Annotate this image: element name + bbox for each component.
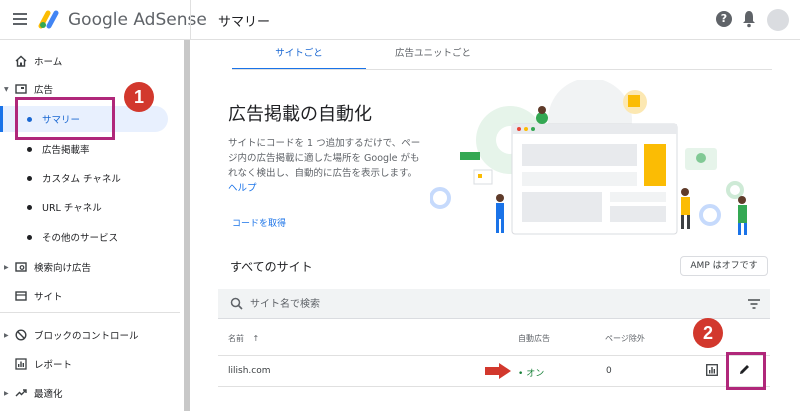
sidebar-item-label: 広告 — [34, 85, 54, 96]
all-sites-title: すべてのサイト — [230, 260, 313, 274]
table-divider — [218, 355, 770, 356]
brand-name[interactable]: Google AdSense — [68, 10, 207, 30]
ads-icon — [15, 84, 27, 94]
sidebar-item-label: その他のサービス — [42, 233, 119, 244]
tabs-divider — [232, 69, 772, 70]
notifications-icon[interactable] — [742, 10, 756, 28]
search-ads-icon — [15, 262, 27, 272]
sidebar-item-other-services[interactable]: その他のサービス — [0, 224, 180, 250]
highlight-summary-box — [15, 97, 115, 140]
help-icon[interactable]: ? — [716, 11, 732, 27]
table-divider — [218, 386, 770, 387]
hero-description-text: サイトにコードを 1 つ追加するだけで、ページ内の広告掲載に適した場所を Goo… — [228, 138, 421, 179]
column-header-name[interactable]: 名前 ↑ — [228, 333, 259, 344]
menu-icon[interactable] — [12, 11, 30, 27]
sidebar-item-custom-channels[interactable]: カスタム チャネル — [0, 165, 180, 191]
column-header-auto-ads: 自動広告 — [518, 334, 550, 343]
tab-by-ad-unit[interactable]: 広告ユニットごと — [366, 40, 500, 70]
tab-by-site[interactable]: サイトごと — [232, 40, 366, 70]
annotation-badge-1: 1 — [124, 82, 154, 112]
site-search-bar — [218, 289, 770, 319]
site-report-icon[interactable] — [706, 364, 718, 376]
sidebar-item-label: 広告掲載率 — [42, 145, 90, 156]
trend-icon — [15, 389, 27, 397]
sidebar-item-label: URL チャネル — [42, 203, 102, 214]
sidebar-item-label: レポート — [34, 360, 73, 371]
sidebar-item-label: ホーム — [34, 57, 63, 68]
get-code-link[interactable]: コードを取得 — [232, 216, 286, 229]
sidebar-item-label: カスタム チャネル — [42, 174, 121, 185]
sidebar-item-optimization[interactable]: ▶ 最適化 — [0, 380, 180, 406]
account-avatar[interactable] — [767, 9, 789, 31]
home-icon — [15, 55, 27, 67]
auto-ads-illustration — [430, 80, 747, 235]
sidebar-item-label: 最適化 — [34, 389, 63, 400]
sidebar-scrollbar[interactable] — [184, 40, 190, 411]
sites-icon — [15, 291, 27, 301]
caret-right-icon[interactable]: ▶ — [4, 332, 9, 339]
annotation-badge-2: 2 — [693, 318, 723, 348]
page-exclusion-count: 0 — [606, 366, 612, 376]
header-divider — [190, 0, 191, 40]
hero-title: 広告掲載の自動化 — [228, 104, 372, 125]
red-arrow-icon — [485, 363, 511, 379]
help-link[interactable]: ヘルプ — [228, 183, 257, 194]
sort-arrow-icon[interactable]: ↑ — [253, 334, 260, 343]
sidebar-divider — [0, 312, 180, 313]
sidebar-item-label: 検索向け広告 — [34, 263, 92, 274]
search-icon — [230, 297, 243, 310]
column-header-name-label: 名前 — [228, 334, 244, 343]
page-title: サマリー — [218, 15, 271, 30]
caret-down-icon[interactable]: ▼ — [4, 86, 9, 93]
caret-right-icon[interactable]: ▶ — [4, 390, 9, 397]
sidebar: ホーム ▼ 広告 サマリー 広告掲載率 カスタム チャネル URL チャネル そ… — [0, 40, 185, 411]
bullet-icon — [27, 146, 32, 152]
top-app-bar: Google AdSense サマリー ? — [0, 0, 800, 40]
status-dot-icon: • — [518, 369, 524, 379]
bullet-icon — [27, 175, 32, 181]
sidebar-item-home[interactable]: ホーム — [0, 48, 180, 74]
site-name-cell[interactable]: lilish.com — [228, 366, 270, 376]
sidebar-item-url-channels[interactable]: URL チャネル — [0, 194, 180, 220]
sidebar-item-blocking-controls[interactable]: ▶ ブロックのコントロール — [0, 322, 180, 348]
bullet-icon — [27, 234, 32, 240]
adsense-logo-icon — [38, 10, 59, 29]
amp-off-button[interactable]: AMP はオフです — [680, 256, 768, 276]
sidebar-item-label: サイト — [34, 292, 63, 303]
view-tabs: サイトごと 広告ユニットごと — [232, 40, 772, 70]
filter-icon[interactable] — [748, 299, 760, 309]
report-icon — [15, 358, 27, 370]
bullet-icon — [27, 204, 32, 210]
hero-description: サイトにコードを 1 つ追加するだけで、ページ内の広告掲載に適した場所を Goo… — [228, 136, 428, 196]
sidebar-item-sites[interactable]: サイト — [0, 283, 180, 309]
auto-ads-status-label: オン — [526, 369, 545, 379]
block-icon — [15, 329, 27, 341]
auto-ads-status[interactable]: • オン — [518, 366, 544, 379]
site-search-input[interactable] — [250, 295, 650, 313]
sidebar-item-reports[interactable]: レポート — [0, 351, 180, 377]
sidebar-item-search-ads[interactable]: ▶ 検索向け広告 — [0, 254, 180, 280]
sidebar-item-label: ブロックのコントロール — [34, 331, 139, 342]
caret-right-icon[interactable]: ▶ — [4, 264, 9, 271]
highlight-edit-box — [726, 352, 766, 390]
column-header-page-exclusion: ページ除外 — [605, 334, 645, 343]
